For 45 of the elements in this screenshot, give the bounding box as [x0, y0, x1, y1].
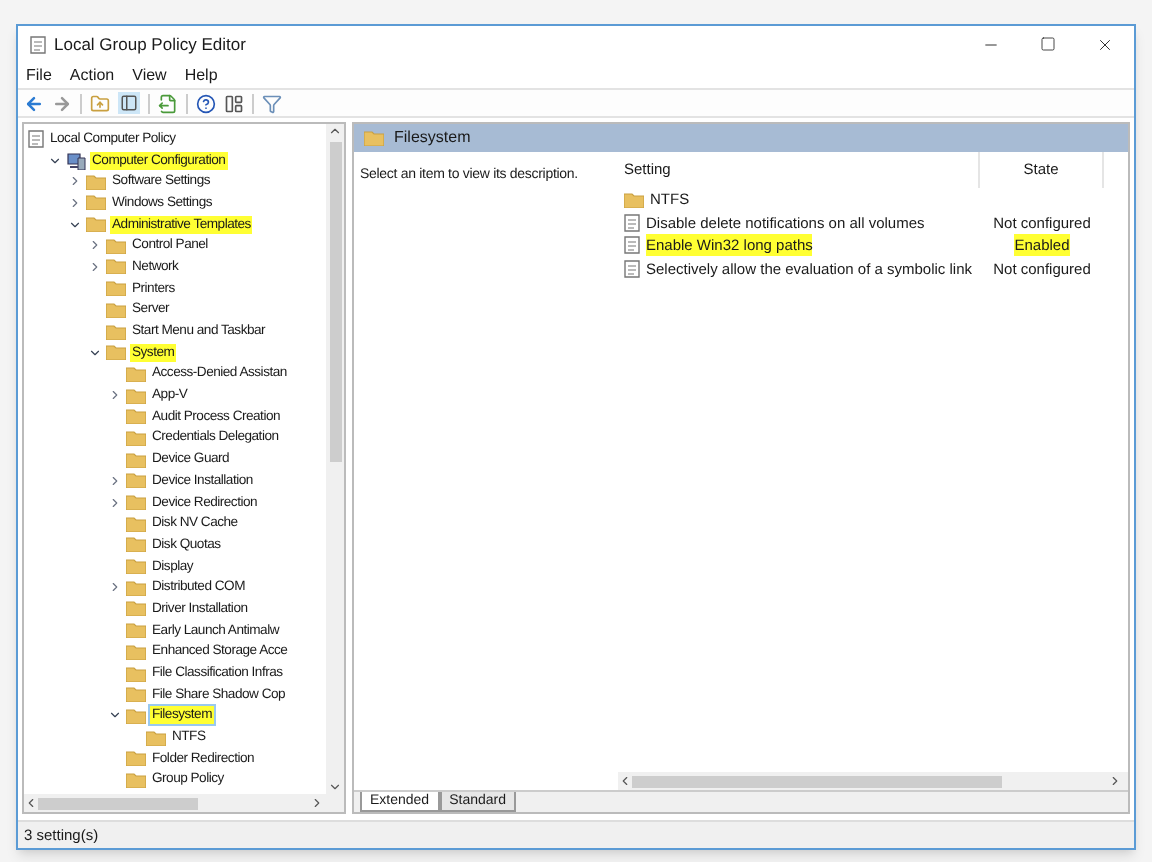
folder-up-icon[interactable]	[90, 93, 110, 113]
help-icon[interactable]	[196, 93, 216, 113]
collapsed-chevron-icon[interactable]	[68, 174, 82, 189]
expanded-chevron-icon[interactable]	[48, 153, 62, 168]
scroll-left-icon[interactable]	[24, 796, 38, 810]
scroll-down-icon[interactable]	[328, 780, 342, 794]
scroll-left-icon[interactable]	[618, 774, 632, 788]
scroll-right-icon[interactable]	[1108, 774, 1122, 788]
expanded-chevron-icon[interactable]	[108, 708, 122, 723]
policy-document-icon	[624, 236, 640, 255]
horizontal-scrollbar[interactable]	[618, 772, 1128, 790]
forward-arrow-icon[interactable]	[52, 93, 72, 113]
folder-icon	[364, 130, 384, 146]
close-icon[interactable]	[1096, 35, 1114, 53]
folder-icon	[624, 191, 644, 208]
maximize-icon[interactable]	[1040, 35, 1056, 51]
menu-item[interactable]: Action	[69, 63, 115, 87]
menu-item[interactable]: Help	[184, 63, 218, 87]
back-arrow-icon[interactable]	[24, 93, 44, 113]
export-list-icon[interactable]	[158, 93, 178, 113]
horizontal-scrollbar[interactable]	[24, 794, 344, 812]
menu-item[interactable]: View	[132, 63, 167, 87]
vertical-scrollbar[interactable]	[326, 124, 344, 794]
collapsed-chevron-icon[interactable]	[88, 238, 102, 253]
scroll-right-icon[interactable]	[310, 796, 324, 810]
menu-item[interactable]: File	[26, 63, 52, 87]
collapsed-chevron-icon[interactable]	[108, 580, 122, 595]
collapsed-chevron-icon[interactable]	[88, 259, 102, 274]
policy-document-icon	[30, 35, 46, 53]
window-title: Local Group Policy Editor	[54, 31, 246, 57]
collapsed-chevron-icon[interactable]	[68, 195, 82, 210]
collapsed-chevron-icon[interactable]	[108, 495, 122, 510]
collapsed-chevron-icon[interactable]	[108, 388, 122, 403]
expanded-chevron-icon[interactable]	[88, 345, 102, 360]
filter-icon[interactable]	[262, 93, 282, 113]
computer-icon	[66, 151, 86, 170]
view-pane-icon[interactable]	[224, 93, 244, 113]
collapsed-chevron-icon[interactable]	[108, 473, 122, 488]
pane-header-title: Filesystem	[394, 126, 471, 150]
scroll-up-icon[interactable]	[328, 124, 342, 138]
policy-document-icon	[624, 259, 640, 278]
expanded-chevron-icon[interactable]	[68, 217, 82, 232]
policy-document-icon	[28, 129, 44, 148]
policy-document-icon	[624, 213, 640, 232]
tree-pane-icon[interactable]	[118, 92, 140, 114]
